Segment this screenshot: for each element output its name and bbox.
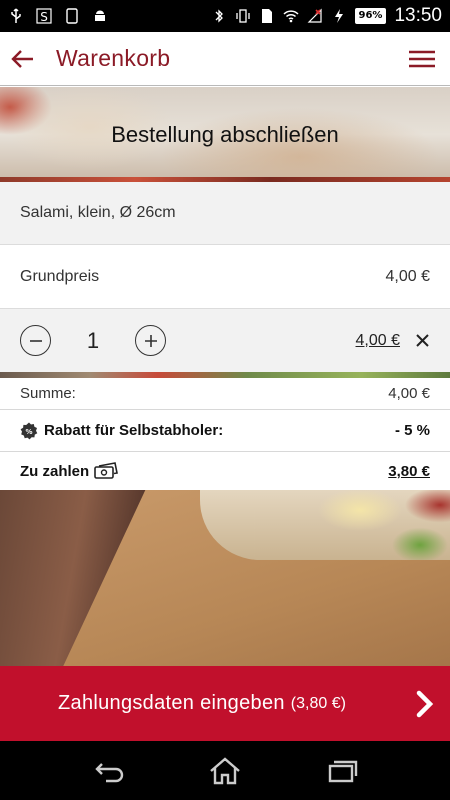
- hero-banner: Bestellung abschließen: [0, 87, 450, 182]
- usb-icon: [11, 8, 21, 23]
- back-button[interactable]: [0, 32, 46, 86]
- background-photo: [0, 490, 450, 666]
- wifi-icon: [282, 10, 299, 23]
- sim-icon: [261, 9, 272, 23]
- discount-value: - 5 %: [394, 422, 430, 439]
- total-value: 3,80 €: [388, 462, 430, 480]
- app-bar: Warenkorb: [0, 32, 450, 86]
- vibrate-icon: [235, 9, 250, 23]
- remove-item-button[interactable]: [414, 333, 430, 349]
- minus-icon: [29, 339, 42, 342]
- line-price[interactable]: 4,00 €: [356, 332, 400, 350]
- base-price-label: Grundpreis: [20, 267, 100, 285]
- home-icon: [210, 756, 240, 784]
- base-price-row: Grundpreis 4,00 €: [0, 245, 450, 309]
- system-nav-bar: [0, 741, 450, 800]
- total-row: Zu zahlen 3,80 €: [0, 452, 450, 490]
- quantity-row: 1 4,00 €: [0, 309, 450, 372]
- cta-label: Zahlungsdaten eingeben: [58, 692, 285, 714]
- status-bar: S 96% 13:50: [0, 0, 450, 32]
- svg-text:%: %: [25, 428, 32, 436]
- discount-badge-icon: %: [20, 422, 38, 439]
- discount-label: Rabatt für Selbstabholer:: [44, 422, 224, 439]
- recent-apps-icon: [328, 760, 357, 782]
- bluetooth-icon: [215, 9, 223, 23]
- chevron-right-icon: [416, 690, 434, 718]
- enter-payment-button[interactable]: Zahlungsdaten eingeben (3,80 €): [0, 666, 450, 741]
- total-label: Zu zahlen: [20, 462, 90, 480]
- hamburger-menu-icon: [409, 50, 435, 67]
- menu-button[interactable]: [394, 32, 450, 86]
- battery-indicator: 96%: [354, 8, 387, 24]
- close-icon: [415, 334, 429, 347]
- back-icon: [95, 762, 124, 782]
- money-icon: [94, 462, 119, 479]
- nav-back-button[interactable]: [88, 755, 128, 787]
- nav-home-button[interactable]: [205, 755, 245, 787]
- phone-icon: [66, 8, 78, 24]
- decrease-quantity-button[interactable]: [20, 325, 51, 356]
- charging-icon: [334, 9, 343, 23]
- nav-recent-apps-button[interactable]: [322, 755, 362, 787]
- svg-text:S: S: [40, 10, 48, 24]
- product-name: Salami, klein, Ø 26cm: [20, 204, 176, 221]
- sandwich-image: [200, 490, 450, 560]
- quantity-value: 1: [86, 327, 100, 353]
- arrow-left-icon: [11, 49, 33, 68]
- android-icon: [95, 10, 105, 21]
- no-signal-icon: [307, 8, 322, 23]
- section-heading: Bestellung abschließen: [111, 121, 339, 147]
- sum-row: Summe: 4,00 €: [0, 378, 450, 410]
- sum-value: 4,00 €: [388, 385, 430, 402]
- plus-icon: [144, 334, 157, 347]
- increase-quantity-button[interactable]: [135, 325, 166, 356]
- cta-amount: (3,80 €): [290, 694, 346, 712]
- discount-row: % Rabatt für Selbstabholer: - 5 %: [0, 410, 450, 452]
- page-title: Warenkorb: [56, 45, 171, 71]
- product-row: Salami, klein, Ø 26cm: [0, 182, 450, 245]
- base-price-value: 4,00 €: [385, 267, 430, 285]
- clock: 13:50: [394, 5, 442, 26]
- sum-label: Summe:: [20, 385, 76, 402]
- s-app-icon: S: [36, 8, 52, 24]
